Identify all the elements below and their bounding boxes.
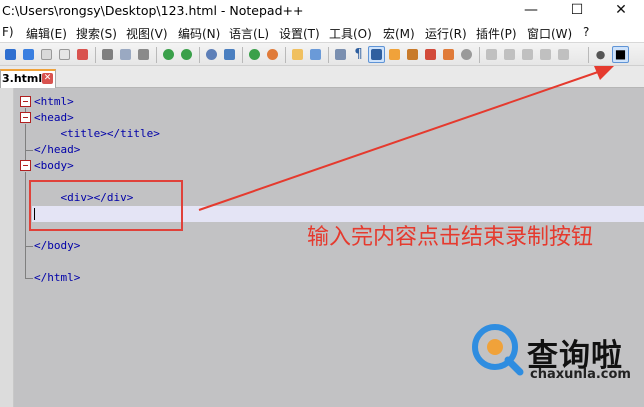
code-line-1: <html> — [34, 95, 74, 108]
menu-view[interactable]: 视图(V) — [126, 25, 168, 42]
paste-icon[interactable] — [135, 46, 152, 63]
find-icon[interactable] — [203, 46, 220, 63]
sync-h-icon[interactable] — [307, 46, 324, 63]
tab-close-icon[interactable]: ✕ — [42, 73, 53, 84]
toolbar: ¶ ● ■ — [0, 42, 644, 66]
code-line-10: </body> — [34, 239, 81, 252]
tab-label: 3.html — [2, 72, 43, 85]
close-icon[interactable] — [38, 46, 55, 63]
menu-window[interactable]: 窗口(W) — [527, 25, 572, 42]
menu-edit[interactable]: 编辑(E) — [26, 25, 67, 42]
menu-bar: F) 编辑(E) 搜索(S) 视图(V) 编码(N) 语言(L) 设置(T) 工… — [0, 22, 644, 42]
redo-icon[interactable] — [178, 46, 195, 63]
stop-recording-button[interactable]: ■ — [612, 46, 629, 63]
save-icon[interactable] — [2, 46, 19, 63]
menu-encoding[interactable]: 编码(N) — [178, 25, 220, 42]
highlight-box — [29, 180, 183, 231]
print-icon[interactable] — [74, 46, 91, 63]
close-all-icon[interactable] — [56, 46, 73, 63]
record-icon[interactable]: ● — [592, 46, 609, 63]
code-line-12: </html> — [34, 271, 81, 284]
zoom-out-icon[interactable] — [264, 46, 281, 63]
eye-icon[interactable] — [458, 46, 475, 63]
fold-toggle-body[interactable] — [20, 160, 31, 171]
cut-icon[interactable] — [99, 46, 116, 63]
func-list-icon[interactable] — [404, 46, 421, 63]
menu-file[interactable]: F) — [2, 25, 14, 39]
code-line-5: <body> — [34, 159, 74, 172]
replace-icon[interactable] — [221, 46, 238, 63]
menu-language[interactable]: 语言(L) — [229, 25, 269, 42]
menu-tools[interactable]: 工具(O) — [329, 25, 372, 42]
maximize-button[interactable]: ☐ — [554, 0, 600, 22]
word-wrap-icon[interactable] — [332, 46, 349, 63]
code-line-2: <head> — [34, 111, 74, 124]
fold-toggle-html[interactable] — [20, 96, 31, 107]
folder-workspace-icon[interactable] — [422, 46, 439, 63]
menu-plugins[interactable]: 插件(P) — [476, 25, 517, 42]
save-macro-icon[interactable] — [555, 46, 572, 63]
menu-help[interactable]: ? — [583, 25, 589, 39]
menu-macro[interactable]: 宏(M) — [383, 25, 415, 42]
minimize-button[interactable]: — — [508, 0, 554, 22]
watermark-logo — [472, 324, 524, 376]
line-number-gutter — [0, 88, 14, 407]
play-multiple-icon[interactable] — [537, 46, 554, 63]
zoom-in-icon[interactable] — [246, 46, 263, 63]
doc-map-icon[interactable] — [386, 46, 403, 63]
window-title: C:\Users\rongsy\Desktop\123.html - Notep… — [2, 3, 304, 18]
code-line-4: </head> — [34, 143, 81, 156]
tab-bar: 3.html ✕ — [0, 66, 644, 88]
indent-guide-icon[interactable] — [368, 46, 385, 63]
copy-icon[interactable] — [117, 46, 134, 63]
annotation-text: 输入完内容点击结束录制按钮 — [307, 225, 594, 250]
watermark-domain: chaxunla.com — [530, 367, 631, 382]
monitor-icon[interactable] — [440, 46, 457, 63]
stop-record-icon[interactable] — [501, 46, 518, 63]
menu-run[interactable]: 运行(R) — [425, 25, 467, 42]
tab-123-html[interactable]: 3.html ✕ — [0, 69, 56, 88]
sync-v-icon[interactable] — [289, 46, 306, 63]
menu-settings[interactable]: 设置(T) — [279, 25, 320, 42]
show-all-chars-icon[interactable]: ¶ — [350, 46, 367, 63]
save-all-icon[interactable] — [20, 46, 37, 63]
fold-toggle-head[interactable] — [20, 112, 31, 123]
record-macro-icon[interactable] — [483, 46, 500, 63]
menu-search[interactable]: 搜索(S) — [76, 25, 117, 42]
close-window-button[interactable]: ✕ — [598, 0, 644, 22]
play-macro-icon[interactable] — [519, 46, 536, 63]
code-line-3: <title></title> — [34, 127, 160, 140]
title-bar: C:\Users\rongsy\Desktop\123.html - Notep… — [0, 0, 644, 22]
undo-icon[interactable] — [160, 46, 177, 63]
